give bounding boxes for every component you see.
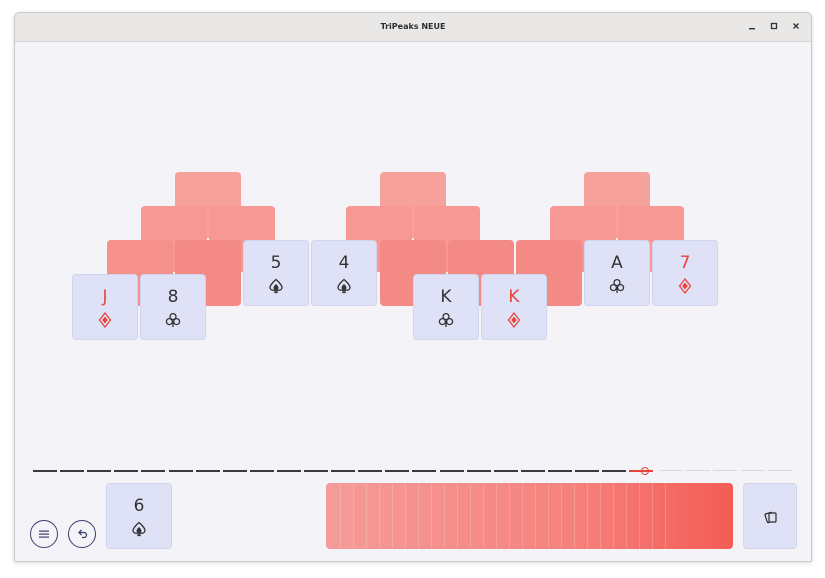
title-bar: TriPeaks NEUE (15, 13, 811, 42)
progress-segment-complete (385, 470, 410, 472)
card-rank: 8 (167, 287, 179, 307)
progress-segment-complete (304, 470, 328, 472)
progress-segment-complete (547, 470, 572, 472)
maximize-button[interactable] (765, 18, 783, 36)
progress-segment-complete (114, 470, 139, 472)
spade-icon (312, 278, 376, 298)
progress-segment-complete (276, 470, 301, 472)
progress-segment-complete (141, 470, 166, 472)
progress-segment-complete (60, 470, 85, 472)
close-icon (793, 23, 799, 29)
card-rank: J (102, 287, 108, 307)
window-title: TriPeaks NEUE (380, 22, 446, 31)
club-icon (141, 312, 205, 332)
tableau-card[interactable]: 4 (311, 240, 377, 306)
stock-card-edge (665, 483, 666, 549)
close-button[interactable] (787, 18, 805, 36)
progress-segment-complete (358, 470, 383, 472)
diamond-icon (653, 278, 717, 298)
stock-card-edge (418, 483, 419, 549)
card-rank: 5 (270, 253, 282, 273)
club-icon (585, 278, 649, 298)
tableau-card[interactable]: K (481, 274, 547, 340)
stock-card-edge (405, 483, 406, 549)
stock-card-edge (483, 483, 484, 549)
tableau-card[interactable]: 7 (652, 240, 718, 306)
waste-card: 6 (106, 483, 172, 549)
stock-card-edge (522, 483, 523, 549)
card-rank: 6 (133, 496, 145, 516)
progress-segment-complete (168, 470, 193, 472)
stock-card-edge (353, 483, 354, 549)
stock-card-edge (509, 483, 510, 549)
progress-segment-complete (466, 470, 491, 472)
progress-segment-complete (331, 470, 356, 472)
card-rank: K (440, 287, 452, 307)
stock-card-edge (444, 483, 445, 549)
menu-button[interactable] (30, 520, 58, 548)
stock-card-edge (535, 483, 536, 549)
game-board: J 8 5 4 K K A 7 6 (15, 42, 811, 561)
progress-segment-complete (575, 470, 599, 472)
progress-segment-remaining (713, 470, 738, 471)
club-icon (414, 312, 478, 332)
progress-segment-complete (602, 470, 627, 472)
game-window: TriPeaks NEUE J 8 5 4 K K A 7 6 (14, 12, 812, 562)
stock-card-edge (340, 483, 341, 549)
progress-segment-complete (493, 470, 518, 472)
card-rank: A (611, 253, 623, 273)
progress-segment-remaining (659, 470, 683, 471)
diamond-icon (73, 312, 137, 332)
spade-icon (107, 521, 171, 541)
stock-card-edge (470, 483, 471, 549)
stock-card-edge (639, 483, 640, 549)
stock-card-edge (392, 483, 393, 549)
spade-icon (244, 278, 308, 298)
minimize-button[interactable] (743, 18, 761, 36)
card-rank: 4 (338, 253, 350, 273)
stock-card-edge (431, 483, 432, 549)
progress-segment-complete (33, 470, 57, 472)
progress-segment-complete (412, 470, 437, 472)
undo-icon (78, 529, 88, 539)
stock-card-edge (548, 483, 549, 549)
progress-marker (641, 467, 649, 475)
stock-card-edge (587, 483, 588, 549)
progress-segment-remaining (686, 470, 711, 471)
stock-card-edge (626, 483, 627, 549)
progress-segment-remaining (767, 470, 792, 471)
stock-card-edge (561, 483, 562, 549)
stock-card-edge (600, 483, 601, 549)
menu-icon (39, 530, 49, 538)
card-rank: K (508, 287, 520, 307)
tableau-card[interactable]: 8 (140, 274, 206, 340)
progress-segment-complete (222, 470, 247, 472)
stock-card-edge (379, 483, 380, 549)
progress-segment-complete (195, 470, 220, 472)
tableau-card[interactable]: J (72, 274, 138, 340)
stock-card-edge (496, 483, 497, 549)
progress-segment-remaining (740, 470, 765, 471)
undo-button[interactable] (68, 520, 96, 548)
diamond-icon (482, 312, 546, 332)
stock-card-edge (574, 483, 575, 549)
progress-segment-complete (520, 470, 545, 472)
progress-segment-complete (439, 470, 464, 472)
draw-button[interactable] (743, 483, 797, 549)
minimize-icon (749, 28, 755, 30)
tableau-card[interactable]: A (584, 240, 650, 306)
progress-segment-complete (87, 470, 112, 472)
tableau-card[interactable]: K (413, 274, 479, 340)
stock-pile[interactable] (326, 483, 733, 549)
stock-card-edge (652, 483, 653, 549)
stock-card-edge (457, 483, 458, 549)
tableau-card[interactable]: 5 (243, 240, 309, 306)
progress-segment-complete (249, 470, 274, 472)
maximize-icon (770, 22, 778, 30)
card-rank: 7 (679, 253, 691, 273)
draw-cards-icon (764, 511, 777, 524)
stock-card-edge (613, 483, 614, 549)
stock-card-edge (366, 483, 367, 549)
